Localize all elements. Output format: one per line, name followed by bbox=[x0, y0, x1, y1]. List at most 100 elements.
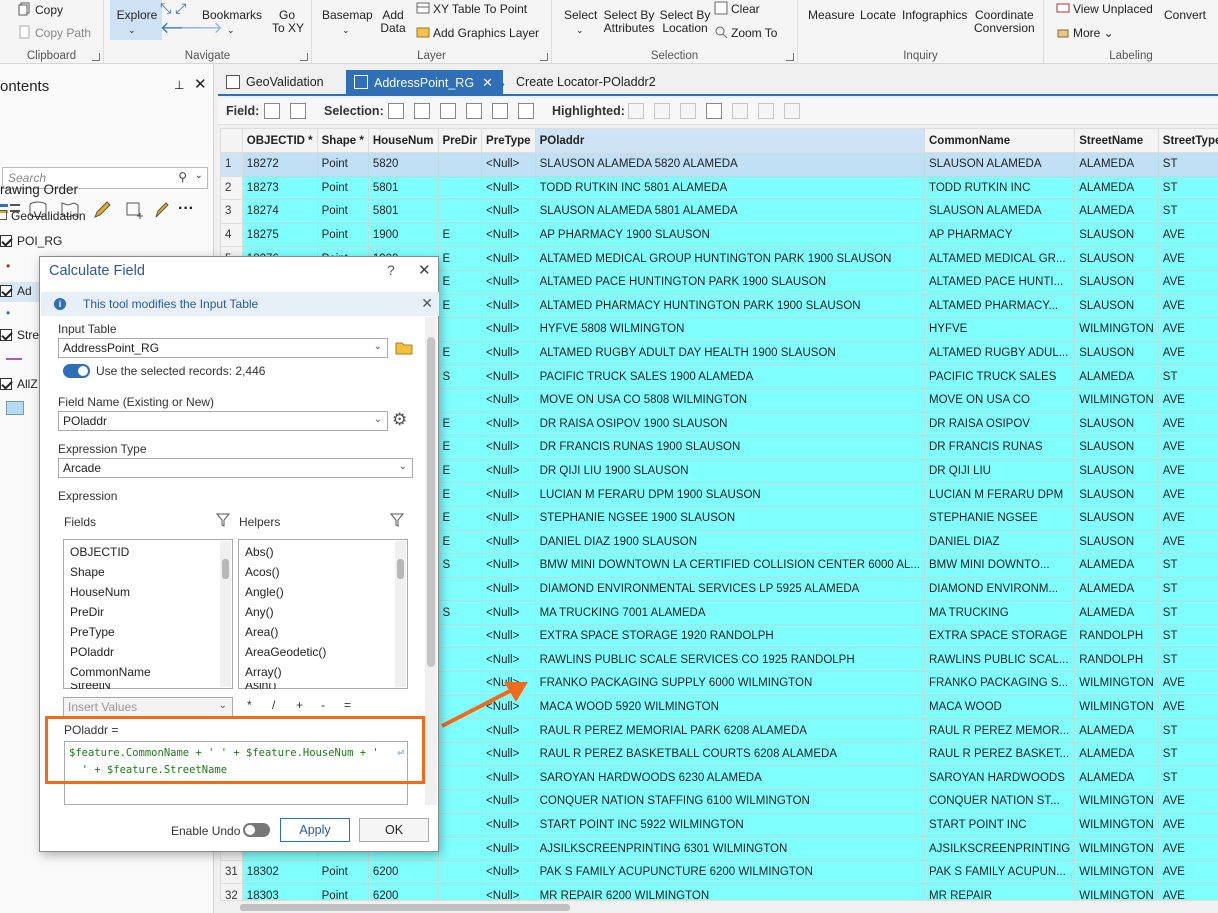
table-cell[interactable]: SLAUSON bbox=[1074, 482, 1159, 507]
table-cell[interactable]: AVE bbox=[1157, 222, 1218, 248]
table-cell[interactable]: AVE bbox=[1157, 269, 1218, 295]
table-cell[interactable]: <Null> bbox=[481, 269, 536, 295]
table-cell[interactable]: SLAUSON ALAMEDA 5801 ALAMEDA bbox=[534, 199, 926, 224]
table-cell[interactable]: ST bbox=[1157, 647, 1218, 673]
table-cell[interactable]: FRANKO PACKAGING S... bbox=[923, 671, 1076, 696]
table-cell[interactable]: <Null> bbox=[481, 576, 536, 602]
close-pane-icon[interactable]: ✕ bbox=[194, 75, 207, 93]
table-cell[interactable]: AVE bbox=[1157, 411, 1218, 437]
list-item[interactable]: HouseNum bbox=[70, 585, 130, 599]
row-number-cell[interactable]: 3 bbox=[220, 199, 243, 224]
delete-selection-icon[interactable] bbox=[492, 103, 508, 119]
table-cell[interactable]: AVE bbox=[1157, 836, 1218, 861]
table-cell[interactable]: E bbox=[437, 411, 483, 437]
table-cell[interactable]: ALTAMED PACE HUNTI... bbox=[923, 269, 1076, 295]
table-cell[interactable]: <Null> bbox=[481, 836, 536, 861]
fields-filter-icon[interactable] bbox=[216, 513, 230, 527]
snapping-list-icon[interactable] bbox=[124, 200, 144, 220]
table-cell[interactable]: WILMINGTON bbox=[1074, 859, 1159, 885]
table-cell[interactable]: Point bbox=[316, 175, 369, 201]
table-cell[interactable]: SLAUSON ALAMEDA bbox=[923, 152, 1076, 177]
fields-scrollbar[interactable] bbox=[220, 541, 231, 687]
table-cell[interactable] bbox=[437, 741, 483, 767]
map-item-geovalidation[interactable]: GeoValidation bbox=[0, 209, 86, 223]
copy-path-button[interactable]: Copy Path bbox=[18, 25, 91, 40]
clear-selection-icon[interactable] bbox=[466, 103, 482, 119]
table-cell[interactable]: DIAMOND ENVIRONM... bbox=[923, 576, 1076, 602]
table-cell[interactable]: ST bbox=[1157, 175, 1218, 201]
table-cell[interactable]: MA TRUCKING 7001 ALAMEDA bbox=[534, 600, 926, 625]
explore-button[interactable]: Explore ⌄ bbox=[110, 0, 162, 40]
column-header[interactable]: StreetType bbox=[1157, 128, 1218, 153]
table-cell[interactable]: RAWLINS PUBLIC SCALE SERVICES CO 1925 RA… bbox=[534, 647, 926, 673]
editing-list-icon[interactable] bbox=[92, 200, 112, 220]
table-cell[interactable]: SLAUSON bbox=[1074, 293, 1159, 319]
table-cell[interactable]: MR REPAIR 6200 WILMINGTON bbox=[534, 883, 926, 900]
field-name-select[interactable]: POladdr ⌄ bbox=[58, 411, 388, 431]
table-cell[interactable]: WILMINGTON bbox=[1074, 883, 1159, 900]
table-cell[interactable]: LUCIAN M FERARU DPM 1900 SLAUSON bbox=[534, 482, 926, 507]
helpers-filter-icon[interactable] bbox=[390, 513, 404, 527]
table-cell[interactable]: TODD RUTKIN INC bbox=[923, 175, 1076, 201]
table-cell[interactable] bbox=[437, 317, 483, 342]
list-item[interactable]: Area() bbox=[245, 625, 278, 639]
reduce-highlighted-icon[interactable] bbox=[706, 103, 722, 119]
help-icon[interactable]: ? bbox=[387, 262, 395, 278]
table-cell[interactable]: WILMINGTON bbox=[1074, 387, 1159, 413]
table-cell[interactable]: <Null> bbox=[481, 175, 536, 201]
table-cell[interactable]: SLAUSON bbox=[1074, 505, 1159, 531]
add-field-icon[interactable] bbox=[264, 103, 280, 119]
table-cell[interactable]: AVE bbox=[1157, 859, 1218, 885]
row-number-cell[interactable]: 4 bbox=[220, 222, 243, 248]
table-cell[interactable]: SLAUSON bbox=[1074, 222, 1159, 248]
table-cell[interactable]: <Null> bbox=[481, 812, 536, 838]
table-cell[interactable] bbox=[437, 789, 483, 814]
table-cell[interactable]: E bbox=[437, 482, 483, 507]
tab-create-locator[interactable]: ↳ Create Locator-POladdr2 bbox=[488, 70, 666, 94]
table-cell[interactable] bbox=[437, 812, 483, 838]
table-cell[interactable]: DR RAISA OSIPOV bbox=[923, 411, 1076, 437]
divide-operator-button[interactable]: / bbox=[272, 698, 275, 712]
table-cell[interactable]: CONQUER NATION STAFFING 6100 WILMINGTON bbox=[534, 789, 926, 814]
table-cell[interactable]: ALAMEDA bbox=[1074, 553, 1159, 578]
table-cell[interactable] bbox=[437, 152, 483, 177]
tab-addresspoint-rg[interactable]: AddressPoint_RG ✕ bbox=[346, 70, 503, 94]
table-cell[interactable]: TODD RUTKIN INC 5801 ALAMEDA bbox=[534, 175, 926, 201]
table-cell[interactable] bbox=[437, 387, 483, 413]
table-cell[interactable]: ALTAMED RUGBY ADULT DAY HEALTH 1900 SLAU… bbox=[534, 340, 926, 366]
table-cell[interactable]: ST bbox=[1157, 623, 1218, 649]
table-cell[interactable]: 18274 bbox=[241, 199, 318, 224]
table-cell[interactable]: HYFVE 5808 WILMINGTON bbox=[534, 317, 926, 342]
layer-visibility-checkbox[interactable] bbox=[0, 329, 12, 341]
table-cell[interactable]: HYFVE bbox=[923, 317, 1076, 342]
table-cell[interactable]: S bbox=[437, 364, 483, 389]
table-cell[interactable]: WILMINGTON bbox=[1074, 671, 1159, 696]
table-cell[interactable]: ALTAMED MEDICAL GROUP HUNTINGTON PARK 19… bbox=[534, 246, 926, 271]
column-header-poladdr[interactable]: POladdr bbox=[534, 128, 926, 153]
table-cell[interactable]: START POINT INC 5922 WILMINGTON bbox=[534, 812, 926, 838]
coordinate-conversion-button[interactable]: Coordinate Conversion bbox=[974, 9, 1035, 35]
search-dropdown-icon[interactable]: ⌄ bbox=[195, 170, 203, 181]
table-cell[interactable]: AVE bbox=[1157, 340, 1218, 366]
table-cell[interactable]: ALAMEDA bbox=[1074, 199, 1159, 224]
add-operator-button[interactable]: + bbox=[296, 698, 303, 712]
locate-button[interactable]: Locate bbox=[860, 9, 896, 22]
table-cell[interactable]: Point bbox=[316, 222, 369, 248]
table-cell[interactable]: STEPHANIE NGSEE bbox=[923, 505, 1076, 531]
table-cell[interactable] bbox=[437, 836, 483, 861]
list-item[interactable]: POladdr bbox=[70, 645, 114, 659]
table-cell[interactable]: STEPHANIE NGSEE 1900 SLAUSON bbox=[534, 505, 926, 531]
table-cell[interactable]: SLAUSON bbox=[1074, 340, 1159, 366]
list-item[interactable]: Any() bbox=[245, 605, 274, 619]
row-number-cell[interactable]: 31 bbox=[220, 859, 243, 885]
table-cell[interactable]: ST bbox=[1157, 741, 1218, 767]
table-cell[interactable] bbox=[437, 623, 483, 649]
table-cell[interactable]: ST bbox=[1157, 364, 1218, 389]
table-cell[interactable]: AVE bbox=[1157, 529, 1218, 555]
table-cell[interactable]: 6200 bbox=[367, 859, 439, 885]
table-cell[interactable]: RAUL R PEREZ MEMORIAL PARK 6208 ALAMEDA bbox=[534, 718, 926, 743]
table-cell[interactable]: SLAUSON ALAMEDA 5820 ALAMEDA bbox=[534, 152, 926, 177]
table-cell[interactable]: <Null> bbox=[481, 600, 536, 625]
close-dialog-icon[interactable]: ✕ bbox=[418, 261, 431, 279]
list-item[interactable]: Shape bbox=[70, 565, 105, 579]
